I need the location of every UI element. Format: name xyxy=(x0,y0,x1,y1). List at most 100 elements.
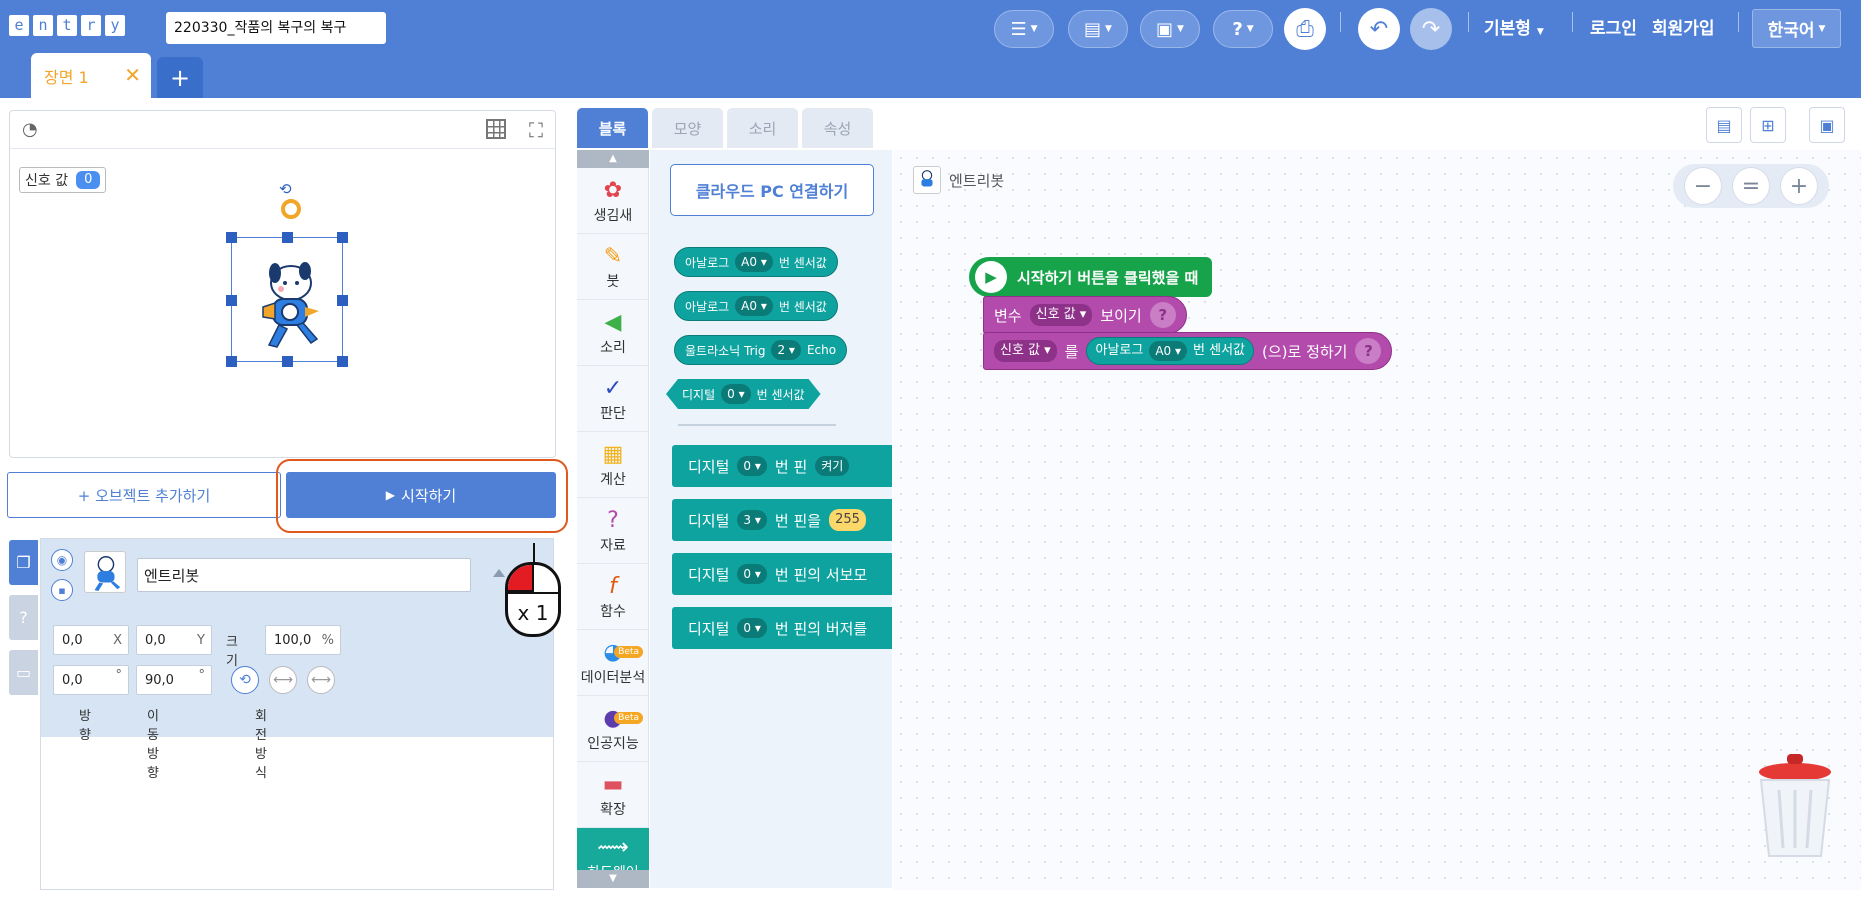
port-dropdown[interactable]: 0 ▾ xyxy=(737,456,767,476)
category-scroll-down[interactable]: ▼ xyxy=(577,870,649,888)
set-variable-block[interactable]: 신호 값 ▾ 를 아날로그 A0 ▾ 번 센서값 (으)로 정하기 ? xyxy=(983,332,1393,370)
category-analysis[interactable]: ◕ Beta 데이터분석 xyxy=(577,630,649,696)
zoom-in-button[interactable]: + xyxy=(1780,167,1818,205)
port-dropdown[interactable]: 0 ▾ xyxy=(721,384,750,404)
add-comment-button[interactable]: ⊞ xyxy=(1750,107,1786,143)
move-direction-field[interactable]: 90,0 ° xyxy=(136,665,212,695)
cloud-pc-connect-button[interactable]: 클라우드 PC 연결하기 xyxy=(670,164,874,216)
object-card[interactable]: ◉ ▪ 엔트리봇 0,0 X 0,0 Y 크기 100,0% 0,0 ° 90,0 ° … xyxy=(41,539,553,781)
entry-logo[interactable]: e n t r y xyxy=(9,15,125,36)
sort-up-icon[interactable] xyxy=(493,569,505,577)
mode-menu[interactable]: 기본형 ▼ xyxy=(1484,14,1544,39)
program-type-menu[interactable]: ☰ ▼ xyxy=(994,10,1054,48)
digital-pin-pwm-block[interactable]: 디지털 3 ▾ 번 핀을 255 xyxy=(672,499,892,541)
project-title-input[interactable] xyxy=(166,12,386,44)
comment-button[interactable]: ▤ xyxy=(1706,107,1742,143)
tab-blocks[interactable]: 블록 xyxy=(577,108,648,148)
object-list-tab[interactable]: ❐ xyxy=(9,540,38,585)
category-judgement[interactable]: ✓ 판단 xyxy=(577,366,649,432)
help-menu[interactable]: ? ▼ xyxy=(1213,10,1273,48)
rotate-free-button[interactable]: ⟲ xyxy=(231,666,259,694)
rotate-arrows-icon[interactable]: ⟲ xyxy=(279,180,292,198)
port-dropdown[interactable]: A0 ▾ xyxy=(735,296,773,316)
port-dropdown[interactable]: A0 ▾ xyxy=(1149,341,1188,361)
resize-handle[interactable] xyxy=(337,295,348,306)
redo-button[interactable]: ↷ xyxy=(1410,8,1452,50)
tab-shapes[interactable]: 모양 xyxy=(652,108,723,148)
rotate-horizontal-button[interactable]: ⟷ xyxy=(269,666,297,694)
tab-properties[interactable]: 속성 xyxy=(802,108,873,148)
digital-sensor-block[interactable]: 디지털 0 ▾ 번 센서값 xyxy=(666,379,821,409)
show-variable-block[interactable]: 변수 신호 값 ▾ 보이기 ? xyxy=(983,296,1187,334)
trash-icon[interactable] xyxy=(1755,752,1835,862)
when-start-clicked-block[interactable]: ▶ 시작하기 버튼을 클릭했을 때 xyxy=(969,257,1213,297)
digital-pin-on-block[interactable]: 디지털 0 ▾ 번 핀 켜기 xyxy=(672,445,892,487)
block-help-icon[interactable]: ? xyxy=(1149,302,1176,328)
variable-dropdown[interactable]: 신호 값 ▾ xyxy=(994,340,1057,362)
block-help-icon[interactable]: ? xyxy=(1355,338,1382,364)
zoom-out-button[interactable]: − xyxy=(1684,167,1722,205)
port-dropdown[interactable]: 0 ▾ xyxy=(737,618,767,638)
port-dropdown[interactable]: A0 ▾ xyxy=(735,252,773,272)
variable-monitor[interactable]: 신호 값 0 xyxy=(19,167,107,193)
state-dropdown[interactable]: 켜기 xyxy=(815,456,850,476)
category-looks[interactable]: ✿ 생김새 xyxy=(577,168,649,234)
rotate-none-button[interactable]: ⟷ xyxy=(307,666,335,694)
add-scene-button[interactable]: + xyxy=(157,57,203,98)
resize-handle[interactable] xyxy=(226,295,237,306)
lock-icon[interactable]: ▪ xyxy=(51,579,73,601)
analog-sensor-block[interactable]: 아날로그 A0 ▾ 번 센서값 xyxy=(1086,337,1254,365)
port-dropdown[interactable]: 0 ▾ xyxy=(737,564,767,584)
console-tab[interactable]: ▭ xyxy=(9,650,38,695)
trig-dropdown[interactable]: 2 ▾ xyxy=(771,340,801,360)
digital-pin-buzzer-block[interactable]: 디지털 0 ▾ 번 핀의 버저를 xyxy=(672,607,892,649)
x-field[interactable]: 0,0 X xyxy=(53,625,129,655)
save-menu[interactable]: ▣ ▼ xyxy=(1140,10,1200,48)
tab-sounds[interactable]: 소리 xyxy=(727,108,798,148)
speed-gauge-icon[interactable]: ◔ xyxy=(22,119,38,140)
analog-sensor-block[interactable]: 아날로그 A0 ▾ 번 센서값 xyxy=(674,247,838,277)
y-field[interactable]: 0,0 Y xyxy=(136,625,212,655)
category-function[interactable]: f 함수 xyxy=(577,564,649,630)
value-input[interactable]: 255 xyxy=(829,509,866,531)
object-name-input[interactable]: 엔트리봇 xyxy=(137,558,471,592)
resize-handle[interactable] xyxy=(337,356,348,367)
direction-field[interactable]: 0,0 ° xyxy=(53,665,129,695)
resize-handle[interactable] xyxy=(226,232,237,243)
resize-handle[interactable] xyxy=(337,232,348,243)
entrybot-sprite[interactable] xyxy=(253,261,323,351)
category-ai[interactable]: ● Beta 인공지능 xyxy=(577,696,649,762)
category-scroll-up[interactable]: ▲ xyxy=(577,150,649,168)
signup-link[interactable]: 회원가입 xyxy=(1652,14,1715,39)
visibility-eye-icon[interactable]: ◉ xyxy=(51,549,73,571)
close-icon[interactable]: ✕ xyxy=(124,63,141,87)
port-dropdown[interactable]: 3 ▾ xyxy=(737,510,767,530)
undo-button[interactable]: ↶ xyxy=(1358,8,1400,50)
code-workspace[interactable]: 엔트리봇 − = + ▶ 시작하기 버튼을 클릭했을 때 변수 신호 값 ▾ 보… xyxy=(893,150,1861,890)
size-field[interactable]: 100,0% xyxy=(265,625,341,655)
digital-pin-servo-block[interactable]: 디지털 0 ▾ 번 핀의 서보모 xyxy=(672,553,892,595)
start-button[interactable]: ▶ 시작하기 xyxy=(286,472,556,518)
zoom-reset-button[interactable]: = xyxy=(1732,167,1770,205)
ultrasonic-block[interactable]: 울트라소닉 Trig 2 ▾ Echo xyxy=(674,335,848,365)
language-menu[interactable]: 한국어 ▼ xyxy=(1752,9,1841,48)
print-button[interactable]: ⎙ xyxy=(1284,8,1326,50)
category-expansion[interactable]: ▬ 확장 xyxy=(577,762,649,828)
help-tab[interactable]: ? xyxy=(9,595,38,640)
category-calc[interactable]: ▦ 계산 xyxy=(577,432,649,498)
resize-handle[interactable] xyxy=(226,356,237,367)
rotation-handle[interactable] xyxy=(281,199,301,219)
new-project-menu[interactable]: ▤ ▼ xyxy=(1068,10,1128,48)
login-link[interactable]: 로그인 xyxy=(1590,14,1637,39)
resize-handle[interactable] xyxy=(282,356,293,367)
scene-tab[interactable]: 장면 1 ✕ xyxy=(31,53,151,98)
category-data[interactable]: ? 자료 xyxy=(577,498,649,564)
category-brush[interactable]: ✎ 붓 xyxy=(577,234,649,300)
resize-handle[interactable] xyxy=(282,232,293,243)
add-object-button[interactable]: + 오브젝트 추가하기 xyxy=(7,472,281,518)
grid-icon[interactable] xyxy=(486,119,506,139)
category-sound[interactable]: ◀ 소리 xyxy=(577,300,649,366)
fullscreen-icon[interactable]: ⛶ xyxy=(529,118,543,142)
backpack-button[interactable]: ▣ xyxy=(1809,107,1845,143)
variable-dropdown[interactable]: 신호 값 ▾ xyxy=(1029,304,1093,326)
